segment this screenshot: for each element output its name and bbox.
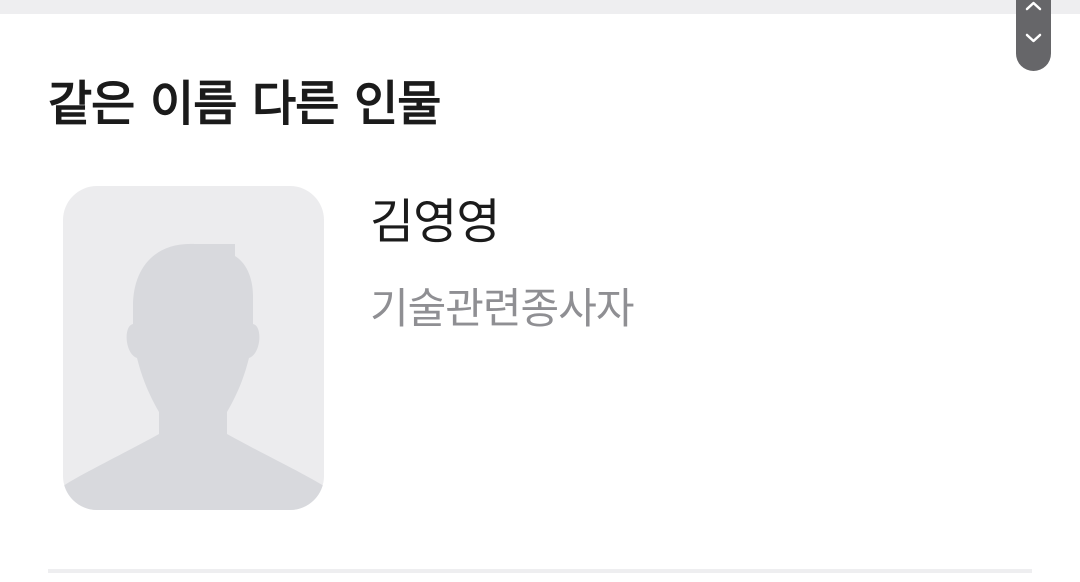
chevron-up-icon [1025,1,1042,11]
person-silhouette-icon [63,243,324,510]
person-name[interactable]: 김영영 [370,192,500,252]
bottom-divider [48,569,1032,573]
person-occupation: 기술관련종사자 [370,284,634,333]
chevron-down-icon [1025,33,1042,43]
person-card[interactable]: 김영영 기술관련종사자 [48,170,1032,540]
scroll-up-button[interactable] [1016,0,1051,20]
scroll-controls [1016,0,1051,71]
top-divider-strip [0,0,1080,14]
avatar[interactable] [63,186,324,510]
scroll-down-button[interactable] [1016,23,1051,53]
page: 같은 이름 다른 인물 김영영 기술관련종사자 [0,0,1080,582]
section-title: 같은 이름 다른 인물 [48,76,441,132]
